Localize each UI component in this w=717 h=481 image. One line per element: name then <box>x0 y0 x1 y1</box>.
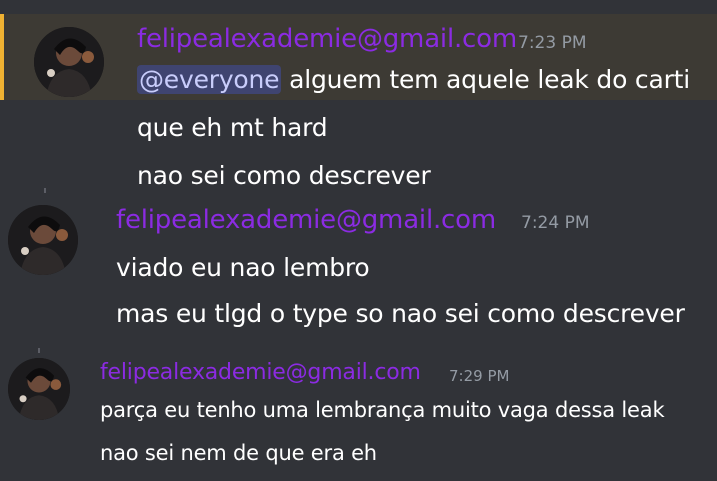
message-timestamp: 7:29 PM <box>449 367 510 385</box>
user-avatar-icon[interactable] <box>34 27 104 97</box>
message-text: nao sei nem de que era eh <box>100 441 377 465</box>
message-text: parça eu tenho uma lembrança muito vaga … <box>100 398 665 422</box>
message-text: mas eu tlgd o type so nao sei como descr… <box>116 299 685 328</box>
divider-dot <box>44 188 46 193</box>
message-author[interactable]: felipealexademie@gmail.com <box>100 360 421 385</box>
message-text-content: alguem tem aquele leak do carti <box>289 65 691 94</box>
message-group-mention: felipealexademie@gmail.com 7:23 PM @ever… <box>0 14 717 100</box>
message-text: @everyone alguem tem aquele leak do cart… <box>137 65 690 94</box>
message-text: que eh mt hard <box>137 113 328 142</box>
message-author[interactable]: felipealexademie@gmail.com <box>137 24 517 54</box>
message-text: viado eu nao lembro <box>116 253 370 282</box>
user-avatar-icon[interactable] <box>8 205 78 275</box>
message-timestamp: 7:23 PM <box>518 33 587 53</box>
mention-tag[interactable]: @everyone <box>137 65 282 94</box>
message-timestamp: 7:24 PM <box>521 213 590 233</box>
message-text: nao sei como descrever <box>137 161 431 190</box>
message-author[interactable]: felipealexademie@gmail.com <box>116 205 496 235</box>
chat-messages: felipealexademie@gmail.com 7:23 PM @ever… <box>0 0 717 481</box>
divider-dot <box>38 348 40 353</box>
user-avatar-icon[interactable] <box>8 358 70 420</box>
